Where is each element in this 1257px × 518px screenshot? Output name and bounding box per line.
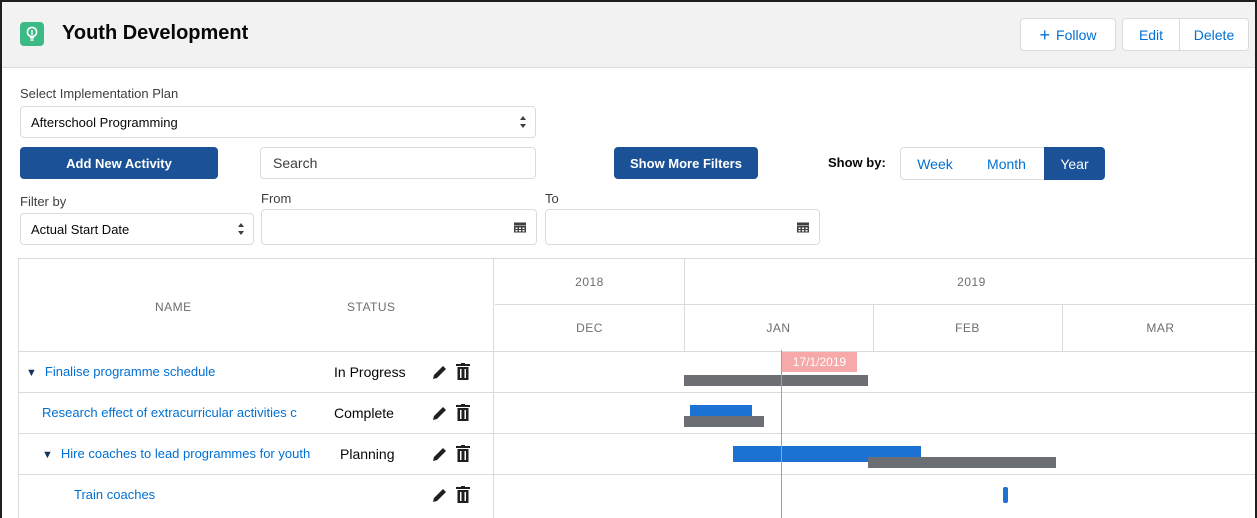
task-name-link[interactable]: Research effect of extracurricular activ… [42,405,326,420]
plan-select[interactable]: Afterschool Programming [20,106,536,138]
follow-button[interactable]: + Follow [1020,18,1116,51]
edit-button[interactable]: Edit [1122,18,1180,51]
chevron-down-icon[interactable]: ▼ [42,449,53,461]
page-title: Youth Development [62,22,249,44]
calendar-icon[interactable] [514,222,526,233]
pencil-icon[interactable] [432,405,448,421]
task-name-link[interactable]: Train coaches [74,487,155,502]
task-status: In Progress [334,364,406,380]
pencil-icon[interactable] [432,487,448,503]
task-name-link[interactable]: ▼ Hire coaches to lead programmes for you… [42,446,310,461]
month-jan-label: JAN [766,321,791,335]
follow-label: Follow [1056,26,1097,43]
show-by-year-button[interactable]: Year [1044,147,1105,180]
gantt-bar-planned[interactable] [868,457,1056,468]
search-input[interactable]: Search [260,147,536,179]
trash-icon[interactable] [456,363,470,380]
plus-icon: + [1039,24,1051,45]
task-name: Hire coaches to lead programmes for yout… [60,446,311,461]
trash-icon[interactable] [456,445,470,462]
select-arrows-icon [238,223,244,235]
from-label: From [261,191,292,206]
trash-icon[interactable] [456,486,470,503]
chevron-down-icon[interactable]: ▼ [26,367,37,379]
lightbulb-icon [20,22,44,46]
gantt-grid: NAME STATUS 2018 2019 DEC JAN FEB MAR ▼ F [18,258,1255,518]
today-marker-label: 17/1/2019 [782,352,857,372]
from-date-input[interactable] [261,209,537,245]
search-placeholder: Search [273,155,318,171]
task-status: Complete [334,405,394,421]
table-row[interactable]: Research effect of extracurricular activ… [18,392,1255,433]
name-column-header: NAME [155,300,192,314]
show-by-week-button[interactable]: Week [900,147,970,180]
timeline-year-row: 2018 2019 [495,259,1255,305]
month-feb-label: FEB [955,321,980,335]
divider [684,259,685,305]
filter-by-value: Actual Start Date [31,221,130,237]
year-2018-label: 2018 [575,275,604,289]
gantt-bar-planned[interactable] [684,416,764,427]
task-name-link[interactable]: ▼ Finalise programme schedule [26,364,215,379]
to-label: To [545,191,559,206]
table-row[interactable]: Train coaches [18,474,1255,515]
page-header: Youth Development + Follow Edit Delete [2,2,1255,68]
show-by-label: Show by: [828,155,886,170]
select-arrows-icon [520,116,526,128]
show-more-filters-button[interactable]: Show More Filters [614,147,758,179]
pencil-icon[interactable] [432,446,448,462]
timeline-month-row: DEC JAN FEB MAR [495,305,1255,351]
add-new-activity-button[interactable]: Add New Activity [20,147,218,179]
delete-button[interactable]: Delete [1179,18,1249,51]
gantt-bar-actual[interactable] [1003,487,1008,503]
show-by-month-button[interactable]: Month [969,147,1045,180]
trash-icon[interactable] [456,404,470,421]
month-dec-label: DEC [576,321,603,335]
gantt-bar-planned[interactable] [684,375,868,386]
pencil-icon[interactable] [432,364,448,380]
table-row[interactable]: ▼ Hire coaches to lead programmes for you… [18,433,1255,474]
today-marker-line [781,350,782,518]
divider [873,305,874,351]
filter-by-label: Filter by [20,194,67,209]
status-column-header: STATUS [347,300,396,314]
table-row[interactable]: ▼ Finalise programme schedule In Progress [18,351,1255,392]
task-name: Finalise programme schedule [44,364,216,379]
year-2019-label: 2019 [957,275,986,289]
month-mar-label: MAR [1146,321,1175,335]
filter-by-select[interactable]: Actual Start Date [20,213,254,245]
to-date-input[interactable] [545,209,820,245]
calendar-icon[interactable] [797,222,809,233]
app-frame: Youth Development + Follow Edit Delete S… [0,0,1257,518]
divider [684,305,685,351]
plan-select-value: Afterschool Programming [31,114,178,130]
task-status: Planning [340,446,395,462]
plan-label: Select Implementation Plan [20,86,179,101]
divider [1062,305,1063,351]
